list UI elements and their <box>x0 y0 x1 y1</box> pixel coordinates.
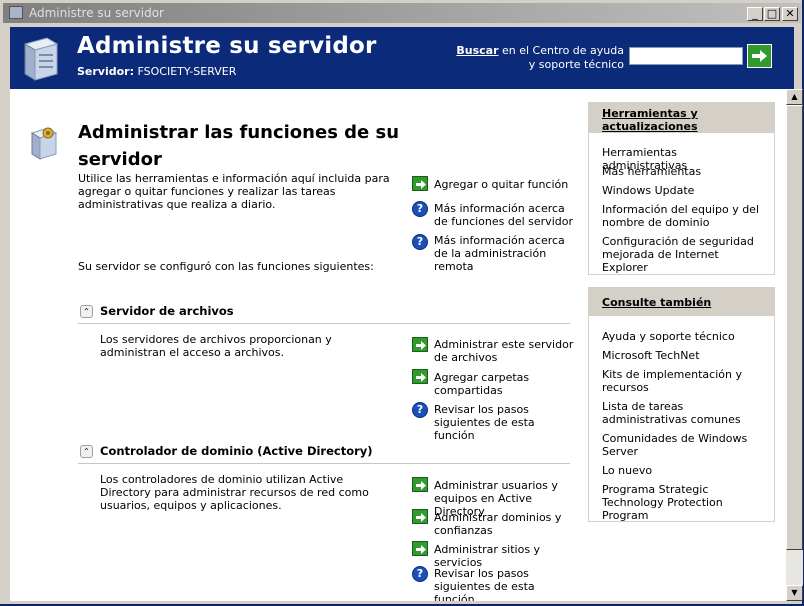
server-label: Servidor: <box>77 65 135 78</box>
side-link-communities[interactable]: Comunidades de Windows Server <box>602 432 762 458</box>
section-title-file-server: Servidor de archivos <box>100 304 234 318</box>
section-divider <box>78 323 570 324</box>
side-link-stpp[interactable]: Programa Strategic Technology Protection… <box>602 483 762 522</box>
help-icon: ? <box>412 566 428 582</box>
close-button[interactable]: ✕ <box>782 7 798 21</box>
review-next-steps-link[interactable]: Revisar los pasos siguientes de esta fun… <box>434 403 574 442</box>
add-remove-role-link[interactable]: Agregar o quitar función <box>434 178 574 191</box>
scroll-thumb[interactable] <box>786 105 803 550</box>
arrow-right-icon <box>412 509 428 524</box>
review-next-steps-link[interactable]: Revisar los pasos siguientes de esta fun… <box>434 567 574 601</box>
remote-admin-info-link[interactable]: Más información acerca de la administrac… <box>434 234 574 273</box>
tools-panel-title[interactable]: Herramientas y actualizaciones <box>602 107 774 133</box>
help-icon: ? <box>412 402 428 418</box>
side-link-deployment-kits[interactable]: Kits de implementación y recursos <box>602 368 762 394</box>
side-link-windows-update[interactable]: Windows Update <box>602 184 762 197</box>
side-link-technet[interactable]: Microsoft TechNet <box>602 349 762 362</box>
help-icon: ? <box>412 234 428 250</box>
arrow-right-icon <box>412 541 428 556</box>
tools-panel: Herramientas y actualizaciones Herramien… <box>588 102 775 275</box>
search-link[interactable]: Buscar <box>456 44 498 57</box>
scroll-down-button[interactable]: ▼ <box>786 585 803 601</box>
collapse-icon[interactable]: ⌃ <box>80 445 93 458</box>
search-go-button[interactable] <box>747 44 772 68</box>
title-bar[interactable]: Administre su servidor _ □ ✕ <box>3 3 801 23</box>
see-also-panel-header: Consulte también <box>589 288 774 316</box>
side-link-help-support[interactable]: Ayuda y soporte técnico <box>602 330 762 343</box>
section-title-domain-controller: Controlador de dominio (Active Directory… <box>100 444 373 458</box>
side-link-more-tools[interactable]: Más herramientas <box>602 165 762 178</box>
main-title: Administrar las funciones de su servidor <box>78 122 400 170</box>
see-also-panel-title[interactable]: Consulte también <box>602 296 711 309</box>
side-link-computer-info[interactable]: Información del equipo y del nombre de d… <box>602 203 762 229</box>
server-icon <box>23 37 59 81</box>
server-app-icon <box>9 6 23 19</box>
collapse-icon[interactable]: ⌃ <box>80 305 93 318</box>
server-roles-info-link[interactable]: Más información acerca de funciones del … <box>434 202 574 228</box>
arrow-right-icon <box>412 337 428 352</box>
manage-domains-trusts-link[interactable]: Administrar dominios y confianzas <box>434 511 574 537</box>
section-description: Los servidores de archivos proporcionan … <box>100 333 332 359</box>
header-banner: Administre su servidor Servidor: FSOCIET… <box>10 27 794 89</box>
configured-text: Su servidor se configuró con las funcion… <box>78 260 374 273</box>
maximize-button[interactable]: □ <box>764 7 780 21</box>
side-link-common-tasks[interactable]: Lista de tareas administrativas comunes <box>602 400 762 426</box>
search-label: Buscar en el Centro de ayuda y soporte t… <box>450 44 624 72</box>
server-roles-icon <box>30 127 58 160</box>
page-title: Administre su servidor <box>77 33 377 59</box>
side-link-ie-security[interactable]: Configuración de seguridad mejorada de I… <box>602 235 762 274</box>
manage-file-server-link[interactable]: Administrar este servidor de archivos <box>434 338 574 364</box>
minimize-button[interactable]: _ <box>747 7 763 21</box>
arrow-right-icon <box>412 477 428 492</box>
server-name: FSOCIETY-SERVER <box>137 65 237 78</box>
see-also-panel: Consulte también Ayuda y soporte técnico… <box>588 287 775 522</box>
app-window: Administre su servidor _ □ ✕ Administre … <box>0 0 803 604</box>
side-link-whats-new[interactable]: Lo nuevo <box>602 464 762 477</box>
vertical-scrollbar[interactable]: ▲ ▼ <box>786 89 803 601</box>
server-info: Servidor: FSOCIETY-SERVER <box>77 65 236 78</box>
section-description: Los controladores de dominio utilizan Ac… <box>100 473 369 512</box>
window-title: Administre su servidor <box>29 6 164 20</box>
add-shared-folders-link[interactable]: Agregar carpetas compartidas <box>434 371 574 397</box>
tools-panel-header: Herramientas y actualizaciones <box>589 103 774 133</box>
arrow-right-icon <box>412 369 428 384</box>
search-input[interactable] <box>629 47 743 65</box>
help-icon: ? <box>412 201 428 217</box>
main-content: Administrar las funciones de su servidor… <box>10 89 786 601</box>
section-divider <box>78 463 570 464</box>
search-label-rest: en el Centro de ayuda y soporte técnico <box>498 44 624 71</box>
intro-text: Utilice las herramientas e información a… <box>78 172 390 211</box>
scroll-up-button[interactable]: ▲ <box>786 89 803 105</box>
manage-sites-services-link[interactable]: Administrar sitios y servicios <box>434 543 574 569</box>
arrow-right-icon <box>412 176 428 191</box>
arrow-right-icon <box>752 50 767 62</box>
